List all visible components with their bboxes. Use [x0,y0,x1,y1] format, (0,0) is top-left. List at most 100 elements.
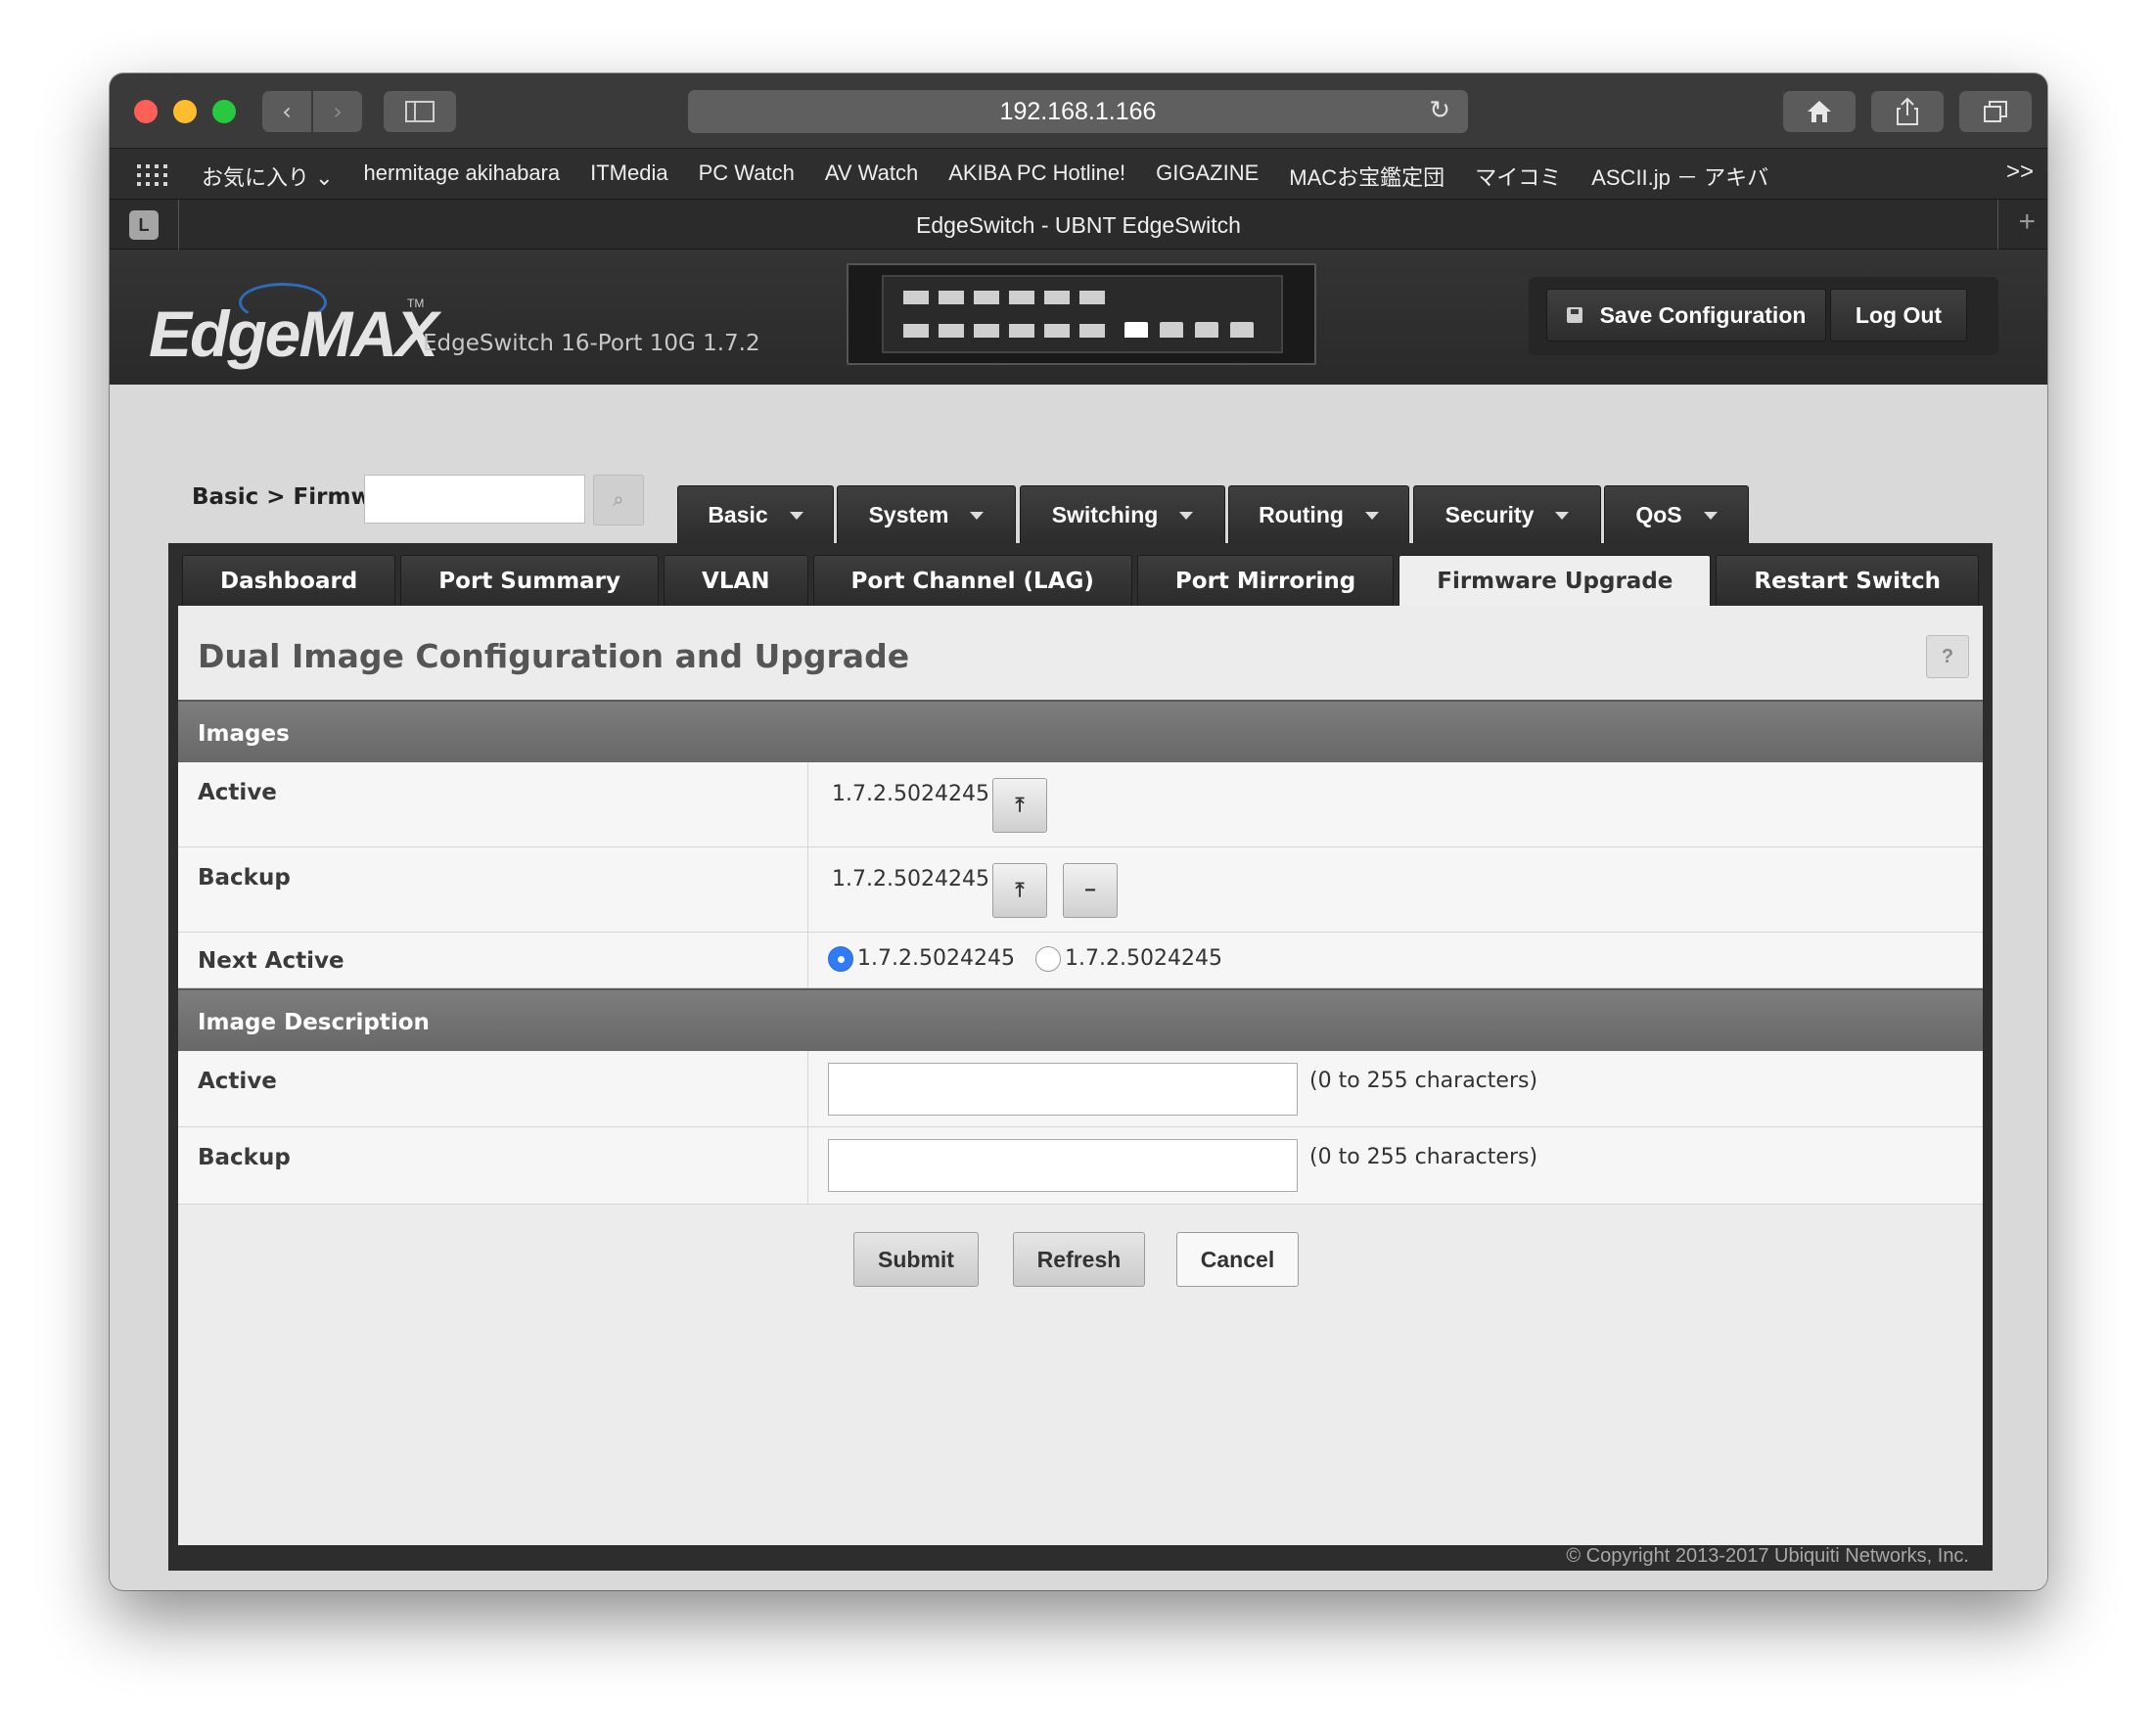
description-backup-row: Backup (0 to 255 characters) [178,1127,1983,1205]
new-tab-button[interactable]: + [2018,206,2036,239]
sfp-port-icon [1124,322,1148,338]
menu-label: QoS [1635,502,1682,527]
next-active-row: Next Active 1.7.2.5024245 1.7.2.5024245 [178,933,1983,988]
menu-qos[interactable]: QoS [1604,485,1749,544]
help-button[interactable]: ? [1926,635,1969,678]
image-description-section-header: Image Description [178,988,1983,1051]
favorite-item[interactable]: hermitage akihabara [364,160,561,192]
main-panel: Dashboard Port Summary VLAN Port Channel… [168,543,1993,1571]
next-active-option-2: 1.7.2.5024245 [1065,946,1222,971]
grid-icon[interactable] [137,164,167,186]
upload-icon: ⤒ [1015,794,1025,816]
favorite-item[interactable]: AKIBA PC Hotline! [948,160,1125,192]
favorite-item[interactable]: ITMedia [590,160,667,192]
floppy-disk-icon [1566,307,1582,323]
search-button[interactable]: ⌕ [593,475,644,525]
menu-switching[interactable]: Switching [1020,485,1225,544]
active-image-label: Active [198,780,277,805]
tab-firmware-upgrade[interactable]: Firmware Upgrade [1398,555,1712,606]
menu-basic[interactable]: Basic [677,485,834,544]
next-active-option-1: 1.7.2.5024245 [857,946,1015,971]
switch-front-panel [847,263,1316,365]
close-window-button[interactable] [134,100,158,123]
description-active-input[interactable] [828,1063,1298,1116]
header-button-group: Save Configuration Log Out [1529,277,1998,355]
copyright-footer: © Copyright 2013-2017 Ubiquiti Networks,… [1566,1545,1969,1567]
port-icon [939,291,964,304]
cancel-button[interactable]: Cancel [1176,1232,1299,1287]
subtab-bar: Dashboard Port Summary VLAN Port Channel… [182,555,1984,606]
row-divider [807,847,808,932]
next-active-radio-1[interactable] [828,946,853,972]
menu-security[interactable]: Security [1413,485,1601,544]
tab-vlan[interactable]: VLAN [664,555,808,606]
caret-down-icon [1179,511,1194,520]
address-bar[interactable]: 192.168.1.166 ↻ [688,90,1468,133]
tab-port-channel[interactable]: Port Channel (LAG) [812,555,1132,606]
favorite-item[interactable]: マイコミ [1475,160,1561,192]
tab-bar: L EdgeSwitch - UBNT EdgeSwitch + [110,199,2047,251]
submit-button[interactable]: Submit [853,1232,979,1287]
favorites-list: お気に入り ⌄ hermitage akihabara ITMedia PC Watc… [202,160,1799,192]
menu-label: Security [1444,502,1535,527]
tab-title[interactable]: EdgeSwitch - UBNT EdgeSwitch [110,212,2047,239]
save-configuration-button[interactable]: Save Configuration [1546,289,1826,342]
tab-dashboard[interactable]: Dashboard [182,555,396,606]
menu-label: Routing [1259,502,1344,527]
port-icon [1009,324,1034,338]
port-icon [1009,291,1034,304]
forward-button[interactable]: › [313,91,362,132]
menu-system[interactable]: System [837,485,1016,544]
favorites-more-icon[interactable]: >> [2006,159,2034,186]
description-backup-input[interactable] [828,1139,1298,1192]
row-divider [807,1127,808,1204]
favorite-item[interactable]: PC Watch [699,160,795,192]
delete-backup-button[interactable]: − [1063,863,1118,918]
back-button[interactable]: ‹ [262,91,311,132]
menu-routing[interactable]: Routing [1228,485,1409,544]
tab-port-mirroring[interactable]: Port Mirroring [1136,555,1395,606]
log-out-button[interactable]: Log Out [1830,289,1967,342]
row-divider [807,1051,808,1126]
favorite-item[interactable]: MACお宝鑑定団 [1289,160,1444,192]
minimize-window-button[interactable] [173,100,197,123]
port-icon [1079,291,1105,304]
search-input[interactable] [364,475,585,524]
chevron-right-icon: › [333,98,343,125]
active-image-version: 1.7.2.5024245 [832,782,989,806]
logo-trademark: TM [407,297,425,310]
favorite-item[interactable]: お気に入り ⌄ [202,160,334,192]
tab-overview-button[interactable] [1959,91,2032,132]
port-icon [1044,324,1070,338]
share-button[interactable] [1871,91,1944,132]
zoom-window-button[interactable] [212,100,236,123]
favorite-item[interactable]: ASCII.jp － アキバ [1591,160,1768,192]
refresh-button[interactable]: Refresh [1013,1232,1145,1287]
favorite-item[interactable]: GIGAZINE [1156,160,1259,192]
address-text: 192.168.1.166 [999,97,1157,125]
page-title: Dual Image Configuration and Upgrade [198,637,910,675]
content-area: Dual Image Configuration and Upgrade ? I… [178,606,1983,1545]
caret-down-icon [970,511,985,520]
reload-icon[interactable]: ↻ [1429,96,1450,125]
sidebar-toggle-button[interactable] [384,91,456,132]
edgemax-logo: EdgeMAX TM [149,283,438,370]
backup-image-label: Backup [198,865,291,891]
activate-active-button[interactable]: ⤒ [992,778,1047,833]
port-icon [939,324,964,338]
port-icon [903,324,929,338]
description-backup-hint: (0 to 255 characters) [1309,1145,1538,1169]
tab-port-summary[interactable]: Port Summary [400,555,660,606]
next-active-radio-2[interactable] [1035,946,1061,972]
favorites-bar: お気に入り ⌄ hermitage akihabara ITMedia PC Watc… [110,148,2047,199]
home-button[interactable] [1783,91,1856,132]
activate-backup-button[interactable]: ⤒ [992,863,1047,918]
menu-label: Basic [708,502,768,527]
tab-restart-switch[interactable]: Restart Switch [1716,555,1979,606]
favorite-item[interactable]: AV Watch [825,160,918,192]
images-section-header: Images [178,700,1983,762]
share-icon [1897,97,1918,125]
page-header: EdgeMAX TM EdgeSwitch 16-Port 10G 1.7.2 … [110,250,2047,385]
menu-label: System [868,502,949,527]
tab-divider [1997,200,1998,251]
